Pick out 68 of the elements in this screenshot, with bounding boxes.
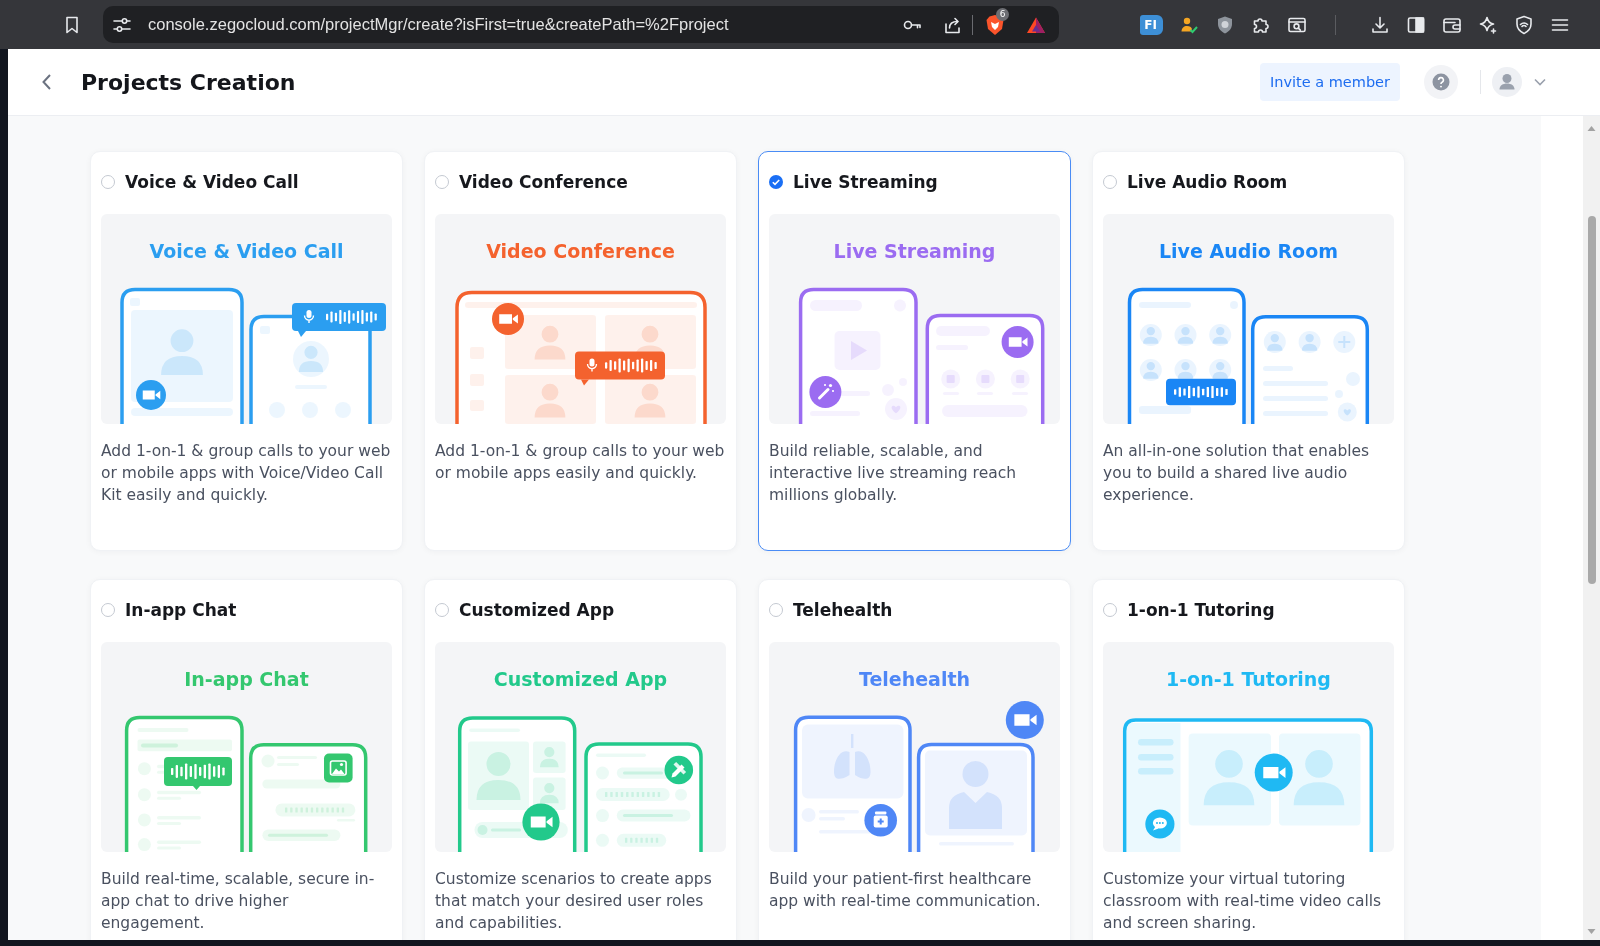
card-title: Telehealth xyxy=(793,600,893,620)
card-title: In-app Chat xyxy=(125,600,237,620)
card-title: Video Conference xyxy=(459,172,628,192)
back-icon[interactable] xyxy=(41,72,53,92)
card-description: Customize your virtual tutoring classroom with real-time video calls and screen sharing. xyxy=(1103,869,1383,934)
illustration-title: 1-on-1 Tutoring xyxy=(1165,667,1332,692)
avatar-icon[interactable] xyxy=(1492,67,1522,97)
project-card[interactable]: Live Streaming Live Streaming Build reliable, scalable, and interactive live streaming reach millions globally. xyxy=(758,151,1071,551)
shield-wifi-icon[interactable] xyxy=(1514,14,1534,35)
medicine-bottle-icon xyxy=(864,804,897,837)
sidebar-icon[interactable] xyxy=(1406,14,1426,35)
voice-message-icon xyxy=(292,303,386,337)
illustration-title: Voice & Video Call xyxy=(148,239,345,264)
address-bar[interactable]: console.zegocloud.com/projectMgr/create?isFirst=true&createPath=%2Fproject 6 xyxy=(103,6,1059,43)
card-description: Add 1-on-1 & group calls to your web or mobile apps easily and quickly. xyxy=(435,441,726,484)
radio-button[interactable] xyxy=(769,603,783,617)
project-card[interactable]: Customized App Customized App Customize scenarios to create apps that match your desired user roles and capabilities. xyxy=(424,579,737,940)
card-title: Live Audio Room xyxy=(1127,172,1288,192)
radio-button[interactable] xyxy=(435,175,449,189)
help-icon[interactable] xyxy=(1424,65,1458,99)
project-card[interactable]: Voice & Video Call Voice & Video Call Add 1-on-1 & group calls to your web or mobile apps with Voice/Video Call Kit easily and quickly. xyxy=(90,151,403,551)
illustration-title: Live Streaming xyxy=(832,239,997,264)
illustration-title: Customized App xyxy=(492,667,669,692)
project-card[interactable]: Video Conference Video Conference Add 1-on-1 & group calls to your web or mobile apps easily and quickly. xyxy=(424,151,737,551)
card-description: Build reliable, scalable, and interactive live streaming reach millions globally. xyxy=(769,441,1018,506)
illustration-title: Live Audio Room xyxy=(1157,239,1340,264)
card-description: Build your patient-first healthcare app with real-time communication. xyxy=(769,869,1042,912)
url-text[interactable]: console.zegocloud.com/projectMgr/create?isFirst=true&createPath=%2Fproject xyxy=(148,15,902,34)
illustration-title: In-app Chat xyxy=(183,667,310,692)
radio-button[interactable] xyxy=(101,603,115,617)
chat-bubble-icon xyxy=(1145,809,1175,839)
project-card[interactable]: Live Audio Room Live Audio Room An all-in-one solution that enables you to build a shared live audio experience. xyxy=(1092,151,1405,551)
card-description: Add 1-on-1 & group calls to your web or mobile apps with Voice/Video Call Kit easily and quickly. xyxy=(101,441,392,506)
card-title: Customized App xyxy=(459,600,615,620)
video-camera-icon xyxy=(1001,326,1034,358)
radio-button[interactable] xyxy=(1103,603,1117,617)
card-title: Live Streaming xyxy=(793,172,938,192)
project-card[interactable]: In-app Chat In-app Chat Build real-time, scalable, secure in-app chat to drive higher engagement. xyxy=(90,579,403,940)
page-title: Projects Creation xyxy=(81,69,296,95)
card-title: 1-on-1 Tutoring xyxy=(1127,600,1275,620)
video-camera-icon xyxy=(492,303,524,335)
radio-button[interactable] xyxy=(435,603,449,617)
video-camera-icon xyxy=(1005,701,1044,739)
sparkle-icon[interactable] xyxy=(1478,14,1498,35)
radio-button[interactable] xyxy=(1103,175,1117,189)
scrollbar-thumb[interactable] xyxy=(1587,216,1596,584)
project-card[interactable]: Telehealth Telehealth Build your patient-first healthcare app with real-time communication. xyxy=(758,579,1071,940)
voice-message-icon xyxy=(575,351,665,386)
count-badge: 6 xyxy=(996,7,1009,21)
card-description: An all-in-one solution that enables you to build a shared live audio experience. xyxy=(1103,441,1371,506)
tools-icon xyxy=(664,755,694,785)
video-camera-icon xyxy=(136,380,166,410)
magic-wand-icon xyxy=(809,376,842,408)
waveform-bubble-icon xyxy=(164,757,232,790)
radio-button[interactable] xyxy=(769,175,783,189)
download-icon[interactable] xyxy=(1370,14,1390,35)
illustration-title: Telehealth xyxy=(857,667,972,692)
card-description: Build real-time, scalable, secure in-app chat to drive higher engagement. xyxy=(101,869,376,934)
image-icon xyxy=(324,753,353,783)
video-camera-icon xyxy=(1254,753,1293,792)
illustration-title: Video Conference xyxy=(485,239,676,264)
card-title: Voice & Video Call xyxy=(125,172,299,192)
project-card[interactable]: 1-on-1 Tutoring 1-on-1 Tutoring Customize your virtual tutoring classroom with real-time video calls and screen sharing. xyxy=(1092,579,1405,940)
scrollbar-track[interactable] xyxy=(1583,116,1600,940)
radio-button[interactable] xyxy=(101,175,115,189)
card-description: Customize scenarios to create apps that match your desired user roles and capabilities. xyxy=(435,869,713,934)
invite-button[interactable]: Invite a member xyxy=(1259,63,1400,101)
shield-icon[interactable] xyxy=(1215,14,1235,35)
